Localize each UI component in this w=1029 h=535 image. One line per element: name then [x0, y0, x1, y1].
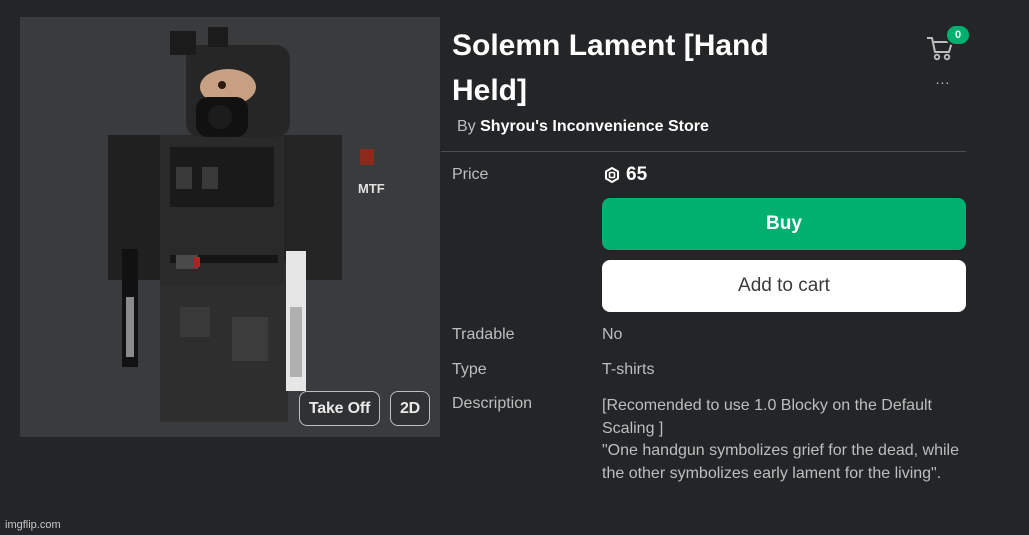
buy-button[interactable]: Buy — [602, 198, 966, 250]
toggle-2d-button[interactable]: 2D — [390, 391, 430, 426]
add-to-cart-button[interactable]: Add to cart — [602, 260, 966, 312]
description-line-1: [Recomended to use 1.0 Blocky on the Def… — [602, 397, 932, 437]
price-label: Price — [452, 166, 489, 183]
imgflip-watermark: imgflip.com — [5, 519, 61, 531]
description-label: Description — [452, 395, 533, 412]
item-title-line-1: Solemn Lament [Hand — [452, 29, 769, 62]
tradable-label: Tradable — [452, 326, 515, 343]
avatar-render: MTF — [108, 27, 385, 422]
robux-icon — [605, 167, 619, 183]
more-options-icon[interactable]: ... — [932, 72, 954, 86]
description-line-2: "One handgun symbolizes grief for the de… — [602, 442, 959, 482]
price-value: 65 — [604, 164, 647, 186]
item-preview: MTF Take Off 2D — [20, 17, 440, 437]
tradable-value: No — [602, 326, 623, 343]
take-off-button[interactable]: Take Off — [299, 391, 380, 426]
by-label: By — [457, 118, 476, 135]
header-divider — [441, 151, 966, 152]
type-label: Type — [452, 361, 487, 378]
mtf-patch-text: MTF — [358, 181, 385, 196]
creator-link[interactable]: Shyrou's Inconvenience Store — [480, 118, 709, 135]
avatar-legs — [160, 262, 288, 422]
description-text: [Recomended to use 1.0 Blocky on the Def… — [602, 395, 962, 485]
type-value[interactable]: T-shirts — [602, 361, 654, 379]
cart-count-badge: 0 — [945, 24, 971, 46]
item-title: Solemn Lament [Hand Held] — [452, 23, 852, 113]
creator-byline: By Shyrou's Inconvenience Store — [457, 118, 709, 136]
item-title-line-2: Held] — [452, 74, 527, 107]
price-amount: 65 — [626, 164, 648, 185]
